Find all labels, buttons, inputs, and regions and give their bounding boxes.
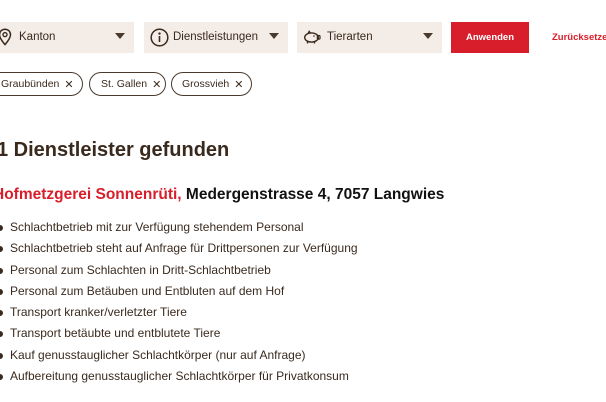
service-label: Personal zum Betäuben und Entbluten auf … (10, 283, 285, 298)
tierarten-dropdown[interactable]: Tierarten (297, 22, 442, 53)
filter-chip-label: St. Gallen (101, 78, 148, 90)
service-item: Schlachtbetrieb steht auf Anfrage für Dr… (0, 238, 606, 259)
bullet-icon (0, 374, 3, 381)
service-label: Transport betäubte und entblutete Tiere (10, 326, 221, 341)
bullet-icon (0, 352, 3, 359)
service-item: Aufbereitung genusstauglicher Schlachtkö… (0, 366, 606, 387)
chevron-down-icon (269, 33, 279, 39)
chevron-down-icon (423, 33, 433, 39)
dienstleistungen-dropdown-label: Dienstleistungen (173, 31, 259, 43)
service-label: Transport kranker/verletzter Tiere (10, 305, 187, 320)
provider-heading: Hofmetzgerei Sonnenrüti, Medergenstrasse… (0, 186, 444, 204)
kanton-dropdown-label: Kanton (19, 31, 56, 43)
apply-button[interactable]: Anwenden (451, 22, 529, 53)
chevron-down-icon (115, 33, 125, 39)
reset-button[interactable]: Zurücksetzen (552, 22, 606, 53)
remove-filter-icon[interactable]: ✕ (234, 78, 243, 91)
filter-bar: Kanton Dienstleistungen Tierarten Anwend… (0, 22, 606, 53)
bullet-icon (0, 267, 3, 274)
active-filter-chips: Graubünden ✕ St. Gallen ✕ Grossvieh ✕ (0, 72, 606, 96)
kanton-dropdown[interactable]: Kanton (0, 22, 134, 53)
service-label: Kauf genusstauglicher Schlachtkörper (nu… (10, 347, 306, 362)
bullet-icon (0, 310, 3, 317)
filter-chip-label: Grossvieh (182, 78, 230, 90)
service-item: Transport kranker/verletzter Tiere (0, 302, 606, 323)
service-item: Transport betäubte und entblutete Tiere (0, 323, 606, 344)
bullet-icon (0, 288, 3, 295)
pig-icon (303, 30, 321, 49)
bullet-icon (0, 225, 3, 231)
location-pin-icon (0, 28, 12, 51)
service-item: Personal zum Betäuben und Entbluten auf … (0, 281, 606, 302)
service-label: Personal zum Schlachten in Dritt-Schlach… (10, 262, 271, 277)
service-item: Personal zum Schlachten in Dritt-Schlach… (0, 260, 606, 281)
remove-filter-icon[interactable]: ✕ (64, 78, 73, 91)
service-item: Schlachtbetrieb mit zur Verfügung stehen… (0, 217, 606, 238)
service-label: Aufbereitung genusstauglicher Schlachtkö… (10, 369, 349, 384)
bullet-icon (0, 331, 3, 338)
filter-chip-st-gallen[interactable]: St. Gallen ✕ (89, 72, 166, 96)
provider-name-link[interactable]: Hofmetzgerei Sonnenrüti, (0, 186, 182, 203)
filter-chip-grossvieh[interactable]: Grossvieh ✕ (171, 72, 252, 96)
results-count-title: 1 Dienstleister gefunden (0, 139, 230, 161)
remove-filter-icon[interactable]: ✕ (152, 78, 161, 91)
service-list: Schlachtbetrieb mit zur Verfügung stehen… (0, 217, 606, 387)
dienstleistungen-dropdown[interactable]: Dienstleistungen (144, 22, 288, 53)
filter-chip-label: Graubünden (1, 78, 60, 90)
service-label: Schlachtbetrieb steht auf Anfrage für Dr… (10, 241, 358, 256)
filter-chip-graubuenden[interactable]: Graubünden ✕ (0, 72, 83, 96)
service-label: Schlachtbetrieb mit zur Verfügung stehen… (10, 220, 304, 234)
info-circle-icon (150, 28, 169, 52)
tierarten-dropdown-label: Tierarten (327, 31, 373, 43)
service-item: Kauf genusstauglicher Schlachtkörper (nu… (0, 345, 606, 366)
bullet-icon (0, 246, 3, 253)
provider-address: Medergenstrasse 4, 7057 Langwies (185, 186, 445, 203)
